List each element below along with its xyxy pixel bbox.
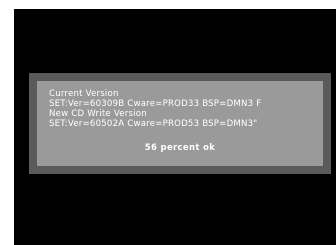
tv-screen: Current Version SET:Ver=60309B Cware=PRO…: [14, 9, 336, 245]
current-version-value: SET:Ver=60309B Cware=PROD33 BSP=DMN3 F: [49, 99, 262, 109]
new-version-label: New CD Write Version: [49, 109, 147, 119]
firmware-update-dialog: Current Version SET:Ver=60309B Cware=PRO…: [29, 73, 331, 174]
dialog-body: Current Version SET:Ver=60309B Cware=PRO…: [37, 81, 323, 166]
current-version-label: Current Version: [49, 89, 119, 99]
progress-status: 56 percent ok: [144, 142, 216, 152]
new-version-value: SET:Ver=60502A Cware=PROD53 BSP=DMN3": [49, 119, 258, 129]
